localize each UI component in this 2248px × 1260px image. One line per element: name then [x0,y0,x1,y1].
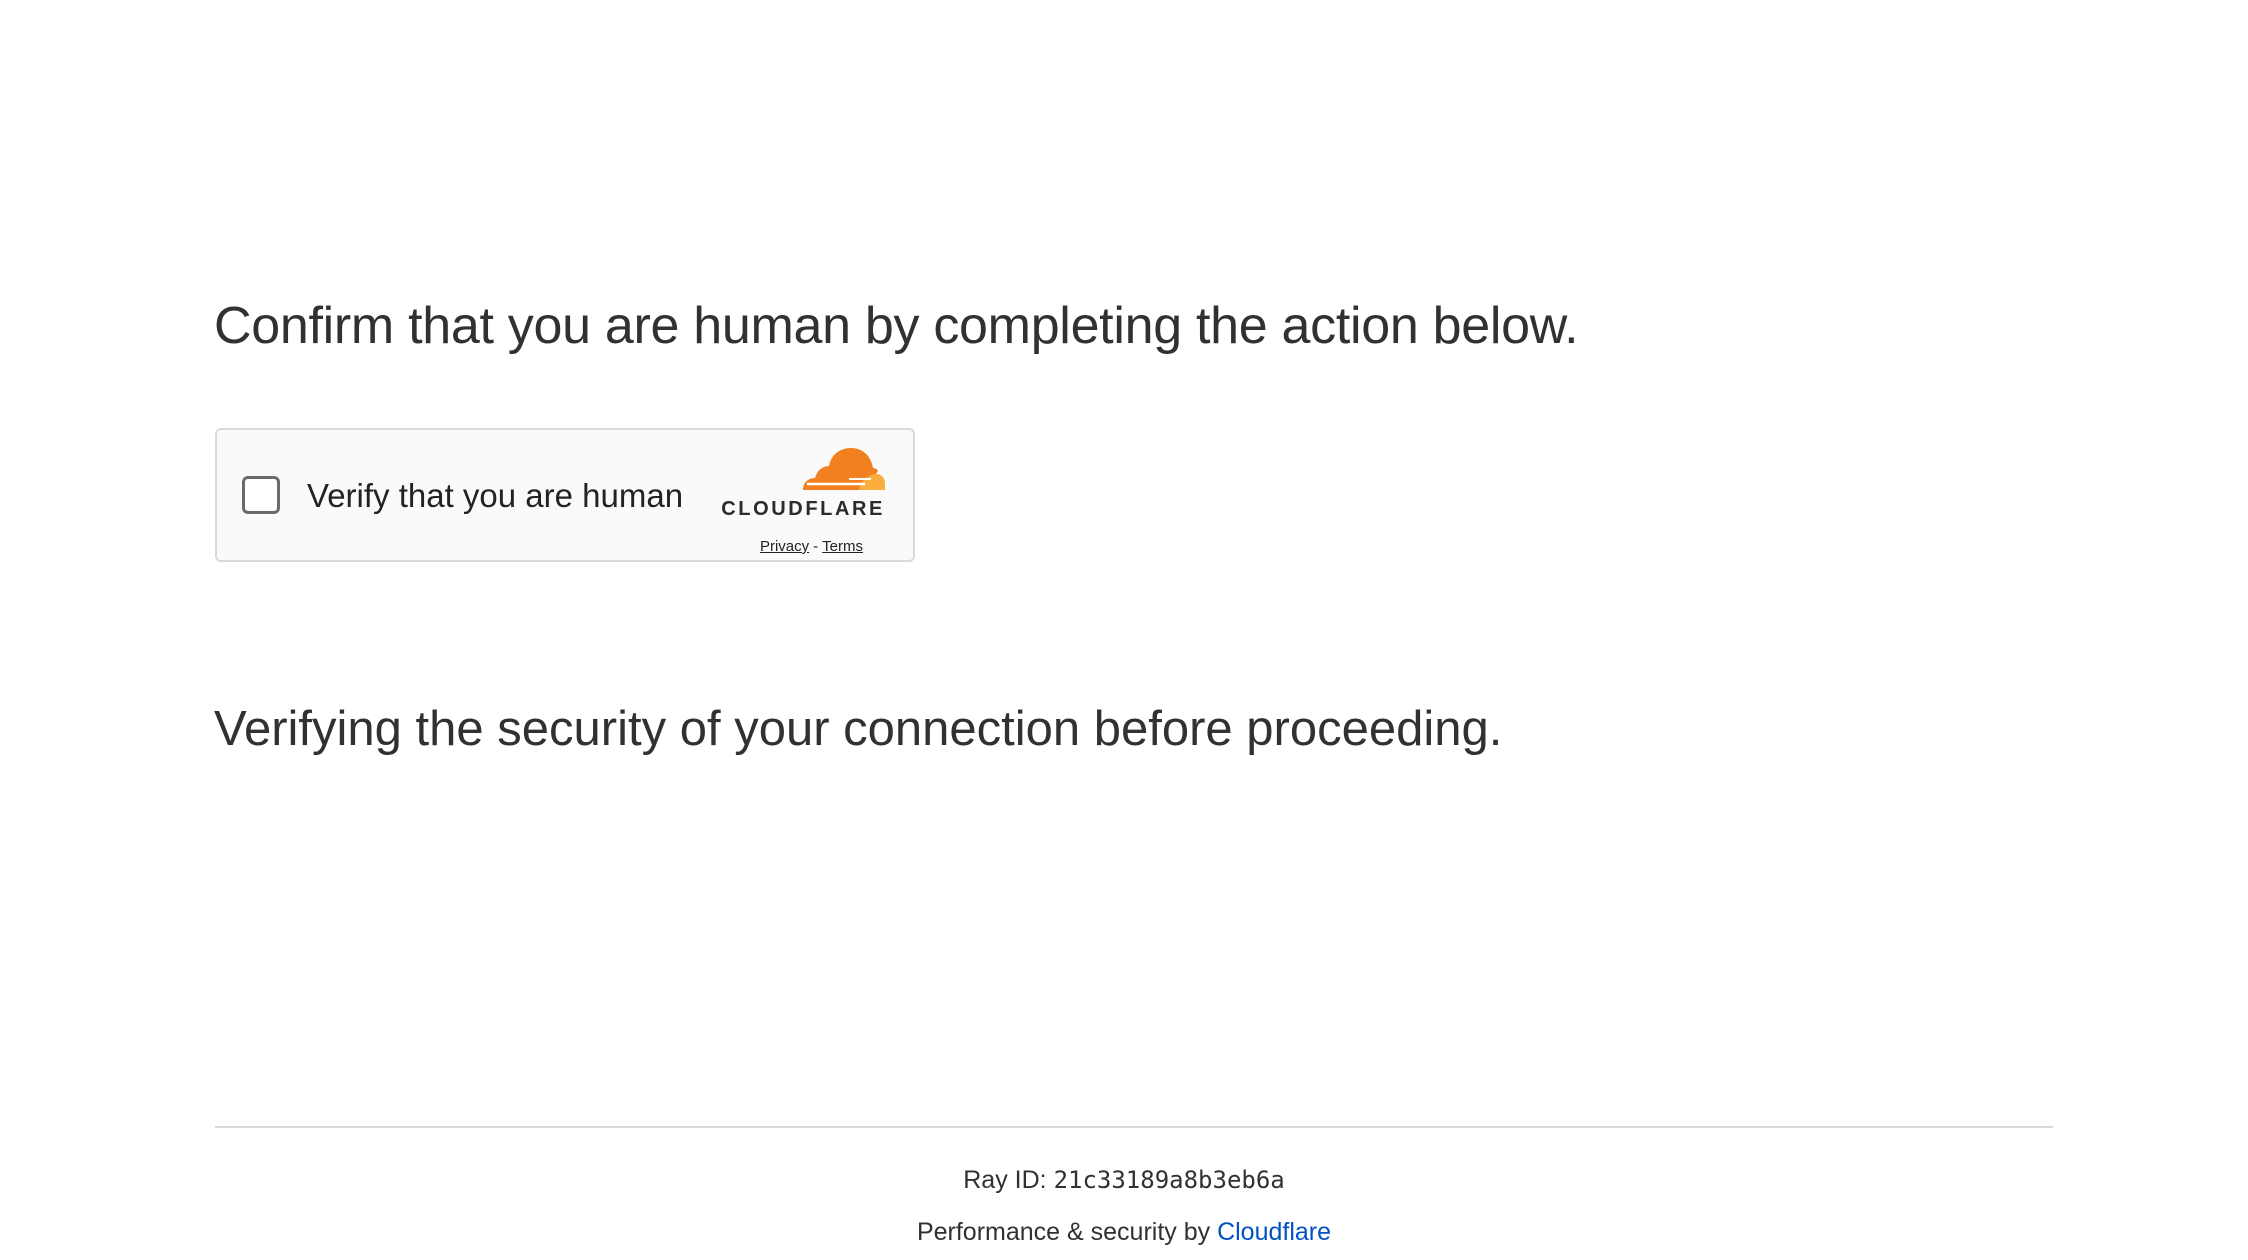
ray-id-value: 21c33189a8b3eb6a [1053,1166,1285,1194]
cloudflare-cloud-icon [803,448,885,490]
performance-credit: Performance & security by Cloudflare [0,1214,2248,1250]
cloudflare-wordmark: CLOUDFLARE [721,498,885,520]
footer-divider [215,1126,2053,1128]
verify-label: Verify that you are human [307,477,684,514]
ray-id-label: Ray ID: [963,1166,1047,1194]
performance-text: Performance & security by [916,1218,1211,1246]
cloudflare-branding: CLOUDFLARE Privacy - Terms [715,446,885,555]
cloudflare-link[interactable]: Cloudflare [1217,1218,1331,1246]
terms-link[interactable]: Terms [822,538,863,555]
verify-checkbox[interactable] [242,476,280,514]
legal-links: Privacy - Terms [760,538,863,555]
page-title: Confirm that you are human by completing… [214,297,1579,355]
turnstile-widget: Verify that you are human CLOUDFLARE Pri… [215,428,915,562]
verification-status: Verifying the security of your connectio… [214,702,1503,756]
ray-id: Ray ID: 21c33189a8b3eb6a [0,1162,2248,1198]
challenge-page: Confirm that you are human by completing… [0,0,2248,1260]
privacy-link[interactable]: Privacy [760,538,809,555]
legal-separator: - [813,538,819,555]
